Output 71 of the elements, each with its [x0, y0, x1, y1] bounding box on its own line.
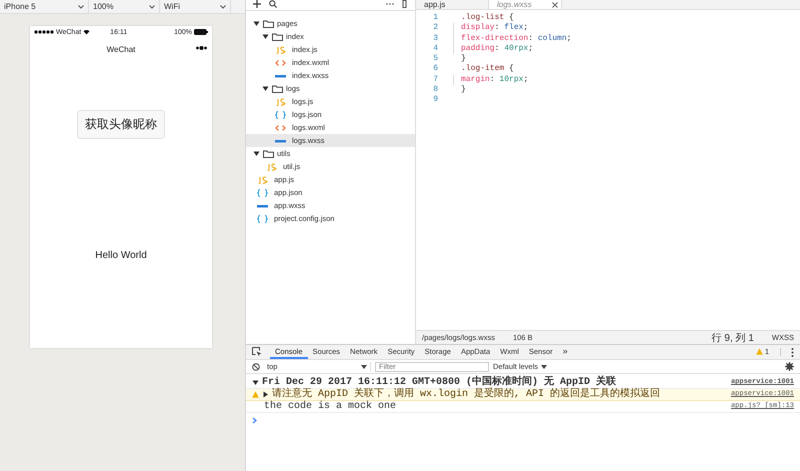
- more-icon[interactable]: [386, 2, 394, 6]
- caret-icon[interactable]: [262, 33, 269, 40]
- line-number: 5: [432, 54, 438, 64]
- hello-text: Hello World: [95, 250, 147, 261]
- line-number: 7: [432, 74, 438, 86]
- file-type-icon: [257, 214, 268, 222]
- prompt-icon[interactable]: [252, 417, 257, 424]
- clear-console-icon[interactable]: [252, 362, 260, 370]
- code-line: }: [460, 54, 466, 64]
- line-number: 2: [432, 23, 438, 34]
- folder-icon: [263, 20, 274, 28]
- line-number: 1: [432, 13, 438, 24]
- close-icon[interactable]: [552, 2, 558, 8]
- cursor-position: 行 9, 列 1: [712, 332, 754, 344]
- caret-icon[interactable]: [253, 20, 260, 27]
- editor-tab[interactable]: logs.wxss: [489, 0, 562, 9]
- dropdown-triangle-icon: [541, 364, 548, 368]
- line-number: 4: [432, 44, 438, 54]
- get-profile-button[interactable]: 获取头像昵称: [77, 110, 165, 139]
- warning-icon: [756, 348, 763, 354]
- code-line: flex-direction: column;: [453, 34, 572, 44]
- file-type-icon: [275, 98, 286, 106]
- wifi-icon: [83, 29, 90, 35]
- file-type-icon: [257, 188, 268, 196]
- chevron-icon: [220, 4, 226, 8]
- tab-label: app.js: [424, 0, 446, 9]
- line-number: 6: [432, 64, 438, 75]
- file-type-icon: [275, 110, 286, 118]
- file-type-icon: [275, 124, 286, 132]
- more-tabs-button[interactable]: »: [558, 345, 573, 359]
- battery-icon: [194, 29, 208, 35]
- device-select[interactable]: iPhone 5: [0, 0, 89, 13]
- file-type-icon: [266, 162, 277, 170]
- message-text: Fri Dec 29 2017 16:11:12 GMT+0800 (中国标准时间) 无 AppID 关联: [262, 377, 618, 388]
- tab-label: logs.wxss: [497, 0, 532, 9]
- caret-icon[interactable]: [252, 379, 259, 386]
- code-line: margin: 10rpx;: [453, 74, 528, 86]
- code-line: padding: 40rpx;: [453, 44, 534, 54]
- message-text: the code is a mock one: [264, 401, 398, 412]
- file-type-icon: [275, 58, 286, 66]
- plus-icon[interactable]: [253, 0, 261, 8]
- code-line: .log-list {: [460, 13, 514, 23]
- code-line: .log-item {: [460, 64, 514, 75]
- caret-icon[interactable]: [262, 85, 269, 92]
- inspect-icon[interactable]: [252, 347, 262, 357]
- file-type-icon: [257, 176, 268, 184]
- line-number: 3: [432, 34, 438, 44]
- line-number: 9: [432, 95, 438, 106]
- caret-icon[interactable]: [253, 150, 260, 157]
- line-number: 8: [432, 85, 438, 96]
- folder-icon: [272, 84, 283, 92]
- split-icon[interactable]: [402, 0, 408, 8]
- more-dots-icon[interactable]: [196, 46, 207, 50]
- network-select[interactable]: WiFi: [160, 0, 231, 13]
- zoom-select[interactable]: 100%: [89, 0, 160, 13]
- chevron-icon: [149, 4, 155, 8]
- code-line: }: [460, 85, 466, 96]
- nav-title: WeChat: [106, 44, 136, 54]
- chevron-icon: [78, 4, 84, 8]
- warning-icon: [252, 391, 259, 398]
- code-line: display: flex;: [453, 23, 528, 34]
- dropdown-triangle-icon: [361, 364, 367, 368]
- signal-dots-icon: [34, 30, 54, 34]
- folder-icon: [272, 32, 283, 40]
- folder-icon: [263, 150, 274, 158]
- file-type-icon: [275, 46, 286, 54]
- settings-icon[interactable]: [785, 362, 794, 371]
- caret-icon[interactable]: [262, 391, 269, 398]
- search-icon[interactable]: [269, 0, 277, 8]
- message-text: 请注意无 AppID 关联下，调用 wx.login 是受限的, API 的返回是工具的模拟返回: [272, 389, 662, 400]
- kebab-menu-icon[interactable]: [791, 348, 794, 356]
